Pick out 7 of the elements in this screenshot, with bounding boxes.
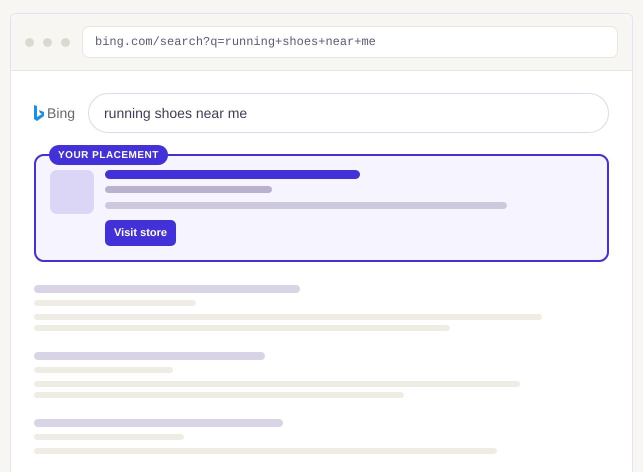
visit-store-button[interactable]: Visit store — [105, 220, 176, 246]
search-field[interactable]: running shoes near me — [88, 93, 609, 133]
placement-badge: YOUR PLACEMENT — [49, 145, 168, 165]
bing-logo-icon — [34, 104, 44, 122]
thumbnail-placeholder — [50, 170, 94, 214]
address-bar[interactable]: bing.com/search?q=running+shoes+near+me — [82, 26, 618, 58]
logo-text: Bing — [47, 104, 76, 123]
